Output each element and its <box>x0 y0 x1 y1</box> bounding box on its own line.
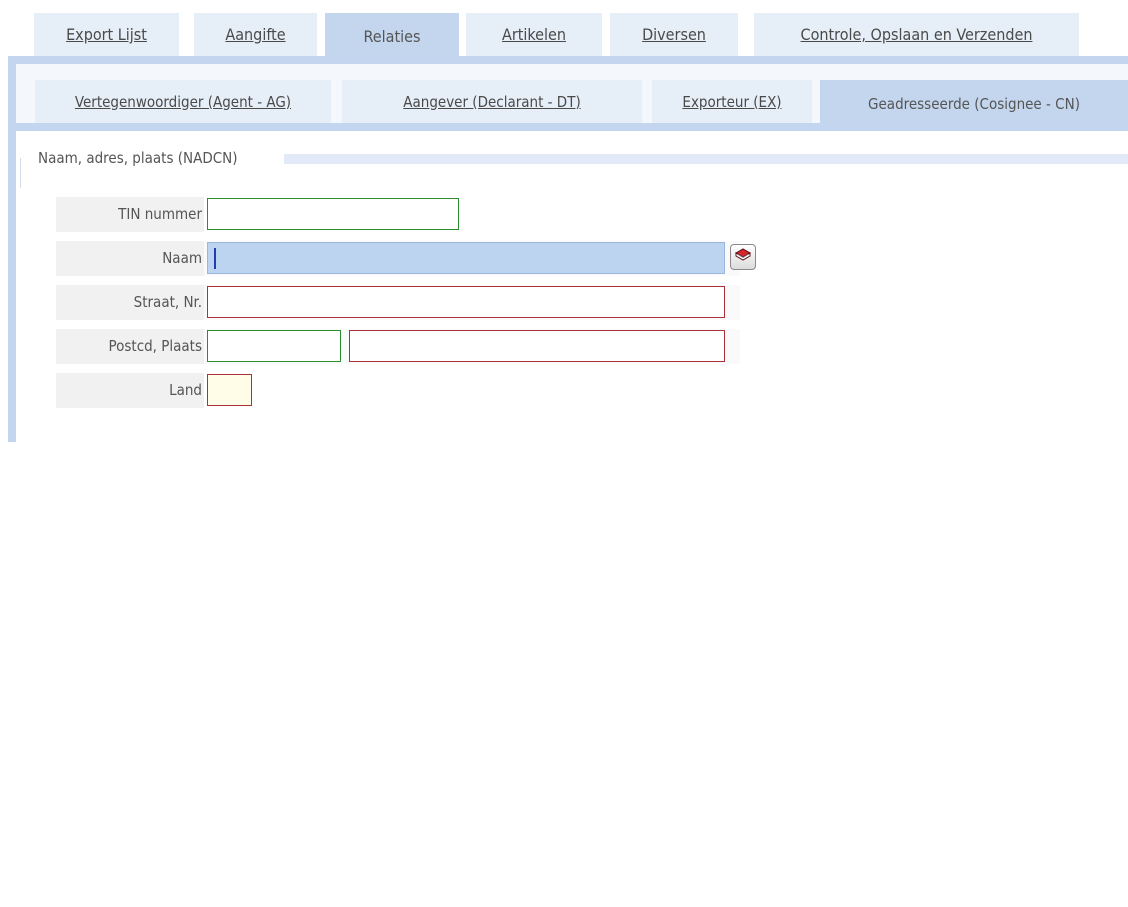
fieldset-border <box>20 158 21 188</box>
fieldset-legend-bar <box>284 154 1128 164</box>
fieldset-legend: Naam, adres, plaats (NADCN) <box>36 147 240 169</box>
address-book-button[interactable] <box>730 244 756 270</box>
main-tab-bar: Export Lijst Aangifte Relaties Artikelen… <box>0 0 1128 60</box>
naam-input[interactable] <box>207 242 725 274</box>
subtab-underline <box>16 123 1128 131</box>
straat-label: Straat, Nr. <box>56 285 204 320</box>
postcode-input[interactable] <box>207 330 341 362</box>
subtab-vertegenwoordiger[interactable]: Vertegenwoordiger (Agent - AG) <box>35 80 331 123</box>
postcd-plaats-label: Postcd, Plaats <box>56 329 204 364</box>
tab-relaties[interactable]: Relaties <box>325 13 459 60</box>
tab-controle-opslaan-verzenden[interactable]: Controle, Opslaan en Verzenden <box>754 13 1079 56</box>
subtab-exporteur[interactable]: Exporteur (EX) <box>652 80 812 123</box>
plaats-input[interactable] <box>349 330 725 362</box>
naam-label: Naam <box>56 241 204 276</box>
tin-input[interactable] <box>207 198 459 230</box>
tab-diversen[interactable]: Diversen <box>610 13 738 56</box>
subtab-aangever[interactable]: Aangever (Declarant - DT) <box>342 80 642 123</box>
tab-aangifte[interactable]: Aangifte <box>194 13 317 56</box>
land-input[interactable] <box>207 374 252 406</box>
address-book-icon <box>734 247 752 267</box>
subtab-geadresseerde[interactable]: Geadresseerde (Cosignee - CN) <box>820 80 1128 127</box>
tab-artikelen[interactable]: Artikelen <box>466 13 602 56</box>
tin-label: TIN nummer <box>56 197 204 232</box>
tab-export-lijst[interactable]: Export Lijst <box>34 13 179 56</box>
straat-input[interactable] <box>207 286 725 318</box>
text-cursor <box>214 248 216 269</box>
land-label: Land <box>56 373 204 408</box>
